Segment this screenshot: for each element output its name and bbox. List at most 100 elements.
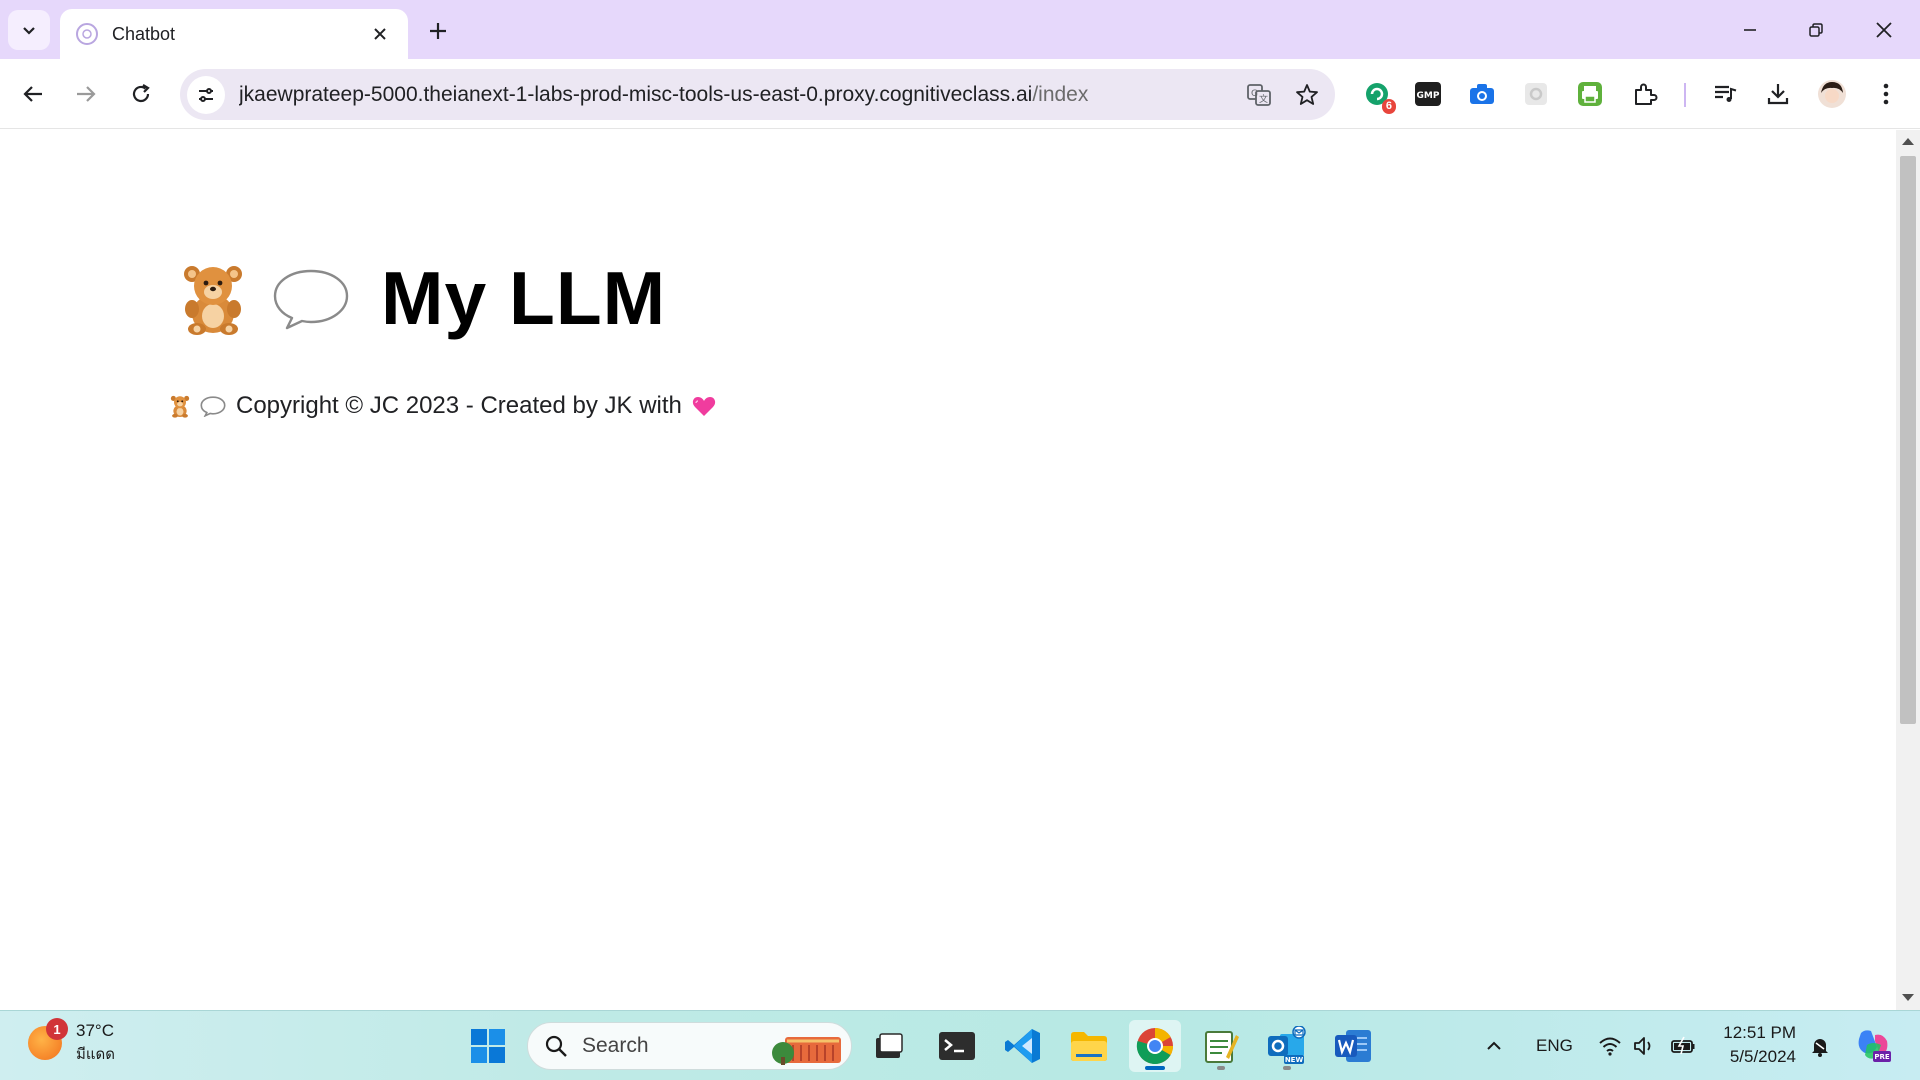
notifications-icon[interactable] <box>1808 1011 1832 1080</box>
file-explorer-app[interactable] <box>1063 1020 1115 1072</box>
gmp-label: GMP <box>1417 91 1440 101</box>
heart-icon <box>692 395 716 417</box>
address-bar[interactable]: jkaewprateep-5000.theianext-1-labs-prod-… <box>180 69 1335 120</box>
clock-date: 5/5/2024 <box>1729 1047 1796 1066</box>
vscode-icon <box>1005 1029 1040 1063</box>
tab-favicon-icon <box>76 23 98 45</box>
back-button[interactable] <box>11 72 55 116</box>
weather-description: มีแดด <box>76 1046 116 1063</box>
language-indicator[interactable]: ENG <box>1536 1011 1573 1080</box>
start-button[interactable] <box>462 1020 514 1072</box>
download-icon[interactable] <box>1761 77 1795 111</box>
tab-chatbot[interactable]: Chatbot <box>60 9 408 59</box>
minimize-button[interactable] <box>1724 8 1776 52</box>
forward-button[interactable] <box>64 72 108 116</box>
page-heading: My LLM <box>175 255 666 341</box>
clock-time: 12:51 PM <box>1723 1023 1796 1042</box>
translate-icon[interactable]: G文 <box>1239 75 1279 115</box>
svg-text:G: G <box>1251 89 1258 99</box>
search-label: Search <box>582 1034 649 1057</box>
close-icon <box>1876 22 1892 38</box>
url-host: jkaewprateep-5000.theianext-1-labs-prod-… <box>239 82 1033 106</box>
toolbar-separator <box>1684 83 1686 107</box>
svg-text:PRE: PRE <box>1874 1053 1890 1061</box>
terminal-app[interactable] <box>931 1020 983 1072</box>
restore-button[interactable] <box>1790 8 1842 52</box>
search-icon <box>545 1035 567 1057</box>
weather-widget[interactable]: 1 37°C มีแดด <box>28 1018 116 1067</box>
extensions-puzzle-icon[interactable] <box>1628 77 1662 111</box>
show-hidden-icons-button[interactable] <box>1484 1011 1504 1080</box>
task-view-icon <box>876 1033 903 1058</box>
battery-icon[interactable] <box>1670 1011 1696 1080</box>
teddy-bear-small-icon <box>168 394 192 418</box>
copyright-footer: Copyright © JC 2023 - Created by JK with <box>168 392 716 420</box>
teddy-bear-icon <box>175 260 251 336</box>
running-indicator <box>1217 1066 1225 1070</box>
extension-printer-icon[interactable] <box>1573 77 1607 111</box>
wifi-icon[interactable] <box>1598 1011 1622 1080</box>
page-title: My LLM <box>381 256 667 340</box>
outlook-app[interactable]: NEW <box>1261 1020 1313 1072</box>
extension-badge: 6 <box>1381 99 1396 114</box>
chevron-down-icon <box>23 27 35 35</box>
tab-strip: Chatbot <box>0 0 1920 59</box>
search-highlight-icon <box>771 1027 843 1067</box>
chrome-icon <box>1136 1028 1173 1065</box>
arrow-left-icon <box>23 86 42 102</box>
extension-grammar-icon[interactable]: 6 <box>1360 77 1396 114</box>
new-tab-button[interactable] <box>420 15 456 47</box>
editor-app[interactable] <box>1195 1020 1247 1072</box>
scroll-down-arrow-icon[interactable] <box>1902 994 1914 1001</box>
active-indicator <box>1145 1066 1165 1070</box>
extension-camera-icon[interactable] <box>1465 77 1499 111</box>
page-viewport: My LLM Copyright © JC 2023 - Created by … <box>0 130 1896 1010</box>
sun-icon: 1 <box>28 1018 68 1060</box>
url-text[interactable]: jkaewprateep-5000.theianext-1-labs-prod-… <box>239 83 1239 107</box>
speech-bubble-small-icon <box>200 395 226 417</box>
scroll-up-arrow-icon[interactable] <box>1902 138 1914 145</box>
minimize-icon <box>1744 29 1756 31</box>
more-menu-icon[interactable] <box>1869 77 1903 111</box>
plus-icon <box>430 23 446 39</box>
extension-settings-icon[interactable] <box>1519 77 1553 111</box>
chevron-up-icon <box>1487 1041 1501 1050</box>
running-indicator <box>1283 1066 1291 1070</box>
site-info-icon[interactable] <box>187 75 225 114</box>
word-icon <box>1335 1030 1371 1062</box>
url-path: /index <box>1032 82 1089 106</box>
close-window-button[interactable] <box>1858 8 1910 52</box>
windows-taskbar: 1 37°C มีแดด Search NEW ENG 12:51 PM 5/5… <box>0 1010 1920 1080</box>
taskbar-search[interactable]: Search <box>527 1022 852 1070</box>
svg-text:文: 文 <box>1259 93 1268 105</box>
task-view-button[interactable] <box>862 1020 914 1072</box>
vscode-app[interactable] <box>997 1020 1049 1072</box>
word-app[interactable] <box>1327 1020 1379 1072</box>
folder-icon <box>1071 1032 1107 1061</box>
restore-icon <box>1809 23 1823 37</box>
tab-close-icon[interactable] <box>368 22 392 46</box>
browser-toolbar: jkaewprateep-5000.theianext-1-labs-prod-… <box>0 59 1920 129</box>
terminal-icon <box>939 1032 975 1060</box>
system-clock[interactable]: 12:51 PM 5/5/2024 <box>1710 1021 1796 1069</box>
weather-temperature: 37°C <box>76 1021 114 1040</box>
profile-avatar[interactable] <box>1815 77 1849 111</box>
reload-button[interactable] <box>119 72 163 116</box>
vertical-scrollbar[interactable] <box>1896 130 1920 1010</box>
svg-text:NEW: NEW <box>1285 1056 1304 1064</box>
outlook-icon: NEW <box>1268 1026 1306 1064</box>
copilot-icon[interactable]: PRE <box>1853 1011 1893 1080</box>
reload-icon <box>132 84 150 103</box>
tab-title: Chatbot <box>112 23 176 44</box>
notepad-icon <box>1205 1031 1239 1063</box>
speech-bubble-icon <box>271 265 351 331</box>
volume-icon[interactable] <box>1633 1011 1657 1080</box>
scrollbar-thumb[interactable] <box>1900 156 1916 724</box>
bookmark-star-icon[interactable] <box>1287 75 1327 115</box>
media-control-icon[interactable] <box>1708 77 1742 111</box>
tab-search-button[interactable] <box>8 10 50 50</box>
chrome-app[interactable] <box>1129 1020 1181 1072</box>
copyright-text: Copyright © JC 2023 - Created by JK with <box>236 392 682 419</box>
extension-gmp-icon[interactable]: GMP <box>1411 77 1445 111</box>
weather-badge: 1 <box>46 1018 68 1040</box>
